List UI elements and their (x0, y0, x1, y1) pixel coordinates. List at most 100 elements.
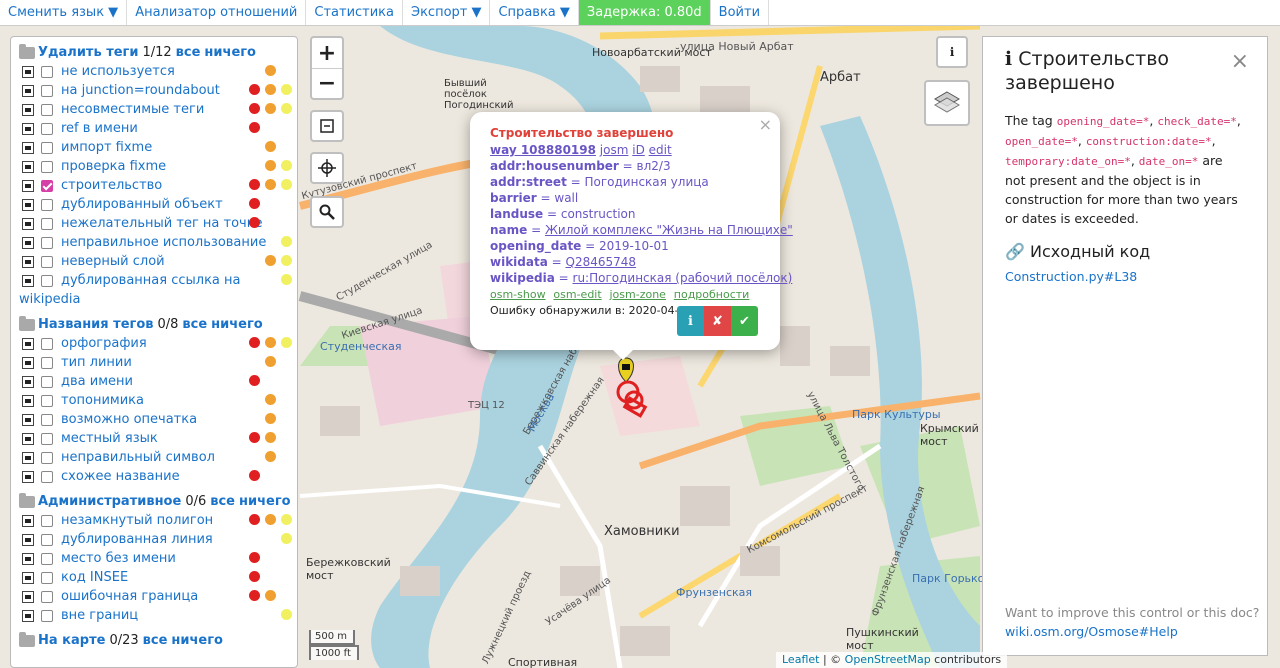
issue-checkbox[interactable] (41, 451, 53, 464)
issue-item[interactable]: импорт fixme (19, 138, 297, 157)
issue-checkbox[interactable] (41, 552, 53, 565)
issue-label[interactable]: тип линии (61, 355, 132, 370)
issue-label[interactable]: вне границ (61, 608, 138, 623)
issue-label[interactable]: местный язык (61, 431, 158, 446)
issue-item[interactable]: нежелательный тег на точке (19, 214, 297, 233)
false-positive-button[interactable]: ✘ (704, 306, 731, 336)
issue-label[interactable]: нежелательный тег на точке (61, 216, 263, 231)
category-title[interactable]: Удалить теги (38, 45, 138, 60)
details-link[interactable]: подробности (674, 288, 750, 301)
issue-label[interactable]: дублированная линия (61, 532, 213, 547)
issue-item[interactable]: дублированный объект (19, 195, 297, 214)
issue-label[interactable]: на junction=roundabout (61, 83, 220, 98)
select-none-link[interactable]: ничего (204, 45, 256, 60)
zoom-out-button[interactable]: − (312, 68, 342, 98)
issue-item[interactable]: местный язык (19, 429, 297, 448)
issue-label[interactable]: неправильное использование (61, 235, 266, 250)
issue-item[interactable]: место без имени (19, 549, 297, 568)
issue-label[interactable]: дублированная ссылка на (61, 273, 241, 288)
josm-zone-link[interactable]: josm-zone (610, 288, 666, 301)
issue-checkbox[interactable] (41, 413, 53, 426)
issue-checkbox[interactable] (41, 590, 53, 603)
osm-show-link[interactable]: osm-show (490, 288, 546, 301)
issue-checkbox[interactable] (41, 394, 53, 407)
mark-fixed-button[interactable]: ✔ (731, 306, 758, 336)
menu-export[interactable]: Экспорт ▼ (403, 0, 491, 25)
folder-icon[interactable] (19, 43, 35, 59)
locate-button[interactable] (310, 152, 344, 184)
issue-checkbox[interactable] (41, 198, 53, 211)
issue-label[interactable]: ref в имени (61, 121, 138, 136)
select-all-link[interactable]: все (210, 494, 235, 509)
edit-link[interactable]: edit (649, 143, 672, 157)
issue-label[interactable]: строительство (61, 178, 162, 193)
issue-checkbox[interactable] (41, 470, 53, 483)
folder-icon[interactable] (19, 631, 35, 647)
menu-login[interactable]: Войти (711, 0, 770, 25)
issue-label[interactable]: два имени (61, 374, 133, 389)
issue-item[interactable]: незамкнутый полигон (19, 511, 297, 530)
help-wiki-link[interactable]: wiki.osm.org/Osmose#Help (1005, 624, 1178, 639)
layers-button[interactable] (924, 80, 970, 126)
issue-item[interactable]: топонимика (19, 391, 297, 410)
select-none-link[interactable]: ничего (171, 633, 223, 648)
osm-link[interactable]: OpenStreetMap (845, 653, 931, 666)
issue-label[interactable]: возможно опечатка (61, 412, 197, 427)
collapse-panel-button[interactable] (310, 110, 344, 142)
issue-label[interactable]: код INSEE (61, 570, 128, 585)
issue-label[interactable]: не используется (61, 64, 175, 79)
select-all-link[interactable]: все (143, 633, 168, 648)
issue-checkbox[interactable] (41, 609, 53, 622)
id-link[interactable]: iD (632, 143, 645, 157)
issue-item[interactable]: строительство (19, 176, 297, 195)
select-none-link[interactable]: ничего (211, 317, 263, 332)
menu-help[interactable]: Справка ▼ (490, 0, 579, 25)
issue-item[interactable]: возможно опечатка (19, 410, 297, 429)
category-title[interactable]: Названия тегов (38, 317, 153, 332)
tag-value[interactable]: Q28465748 (566, 255, 637, 269)
issue-label[interactable]: дублированный объект (61, 197, 223, 212)
issue-label[interactable]: место без имени (61, 551, 176, 566)
issue-checkbox[interactable] (41, 514, 53, 527)
issue-item[interactable]: проверка fixme (19, 157, 297, 176)
popup-close-button[interactable]: × (759, 115, 772, 134)
issue-item[interactable]: вне границ (19, 606, 297, 625)
issue-checkbox[interactable] (41, 432, 53, 445)
issue-item[interactable]: дублированная ссылка на (19, 271, 297, 290)
issue-label[interactable]: топонимика (61, 393, 144, 408)
issue-label-wrap[interactable]: wikipedia (19, 290, 297, 309)
issue-label[interactable]: неправильный символ (61, 450, 215, 465)
issue-item[interactable]: на junction=roundabout (19, 81, 297, 100)
issue-item[interactable]: тип линии (19, 353, 297, 372)
issue-item[interactable]: ref в имени (19, 119, 297, 138)
issue-checkbox[interactable] (41, 141, 53, 154)
tag-value[interactable]: Жилой комплекс "Жизнь на Плющихе" (545, 223, 793, 237)
issue-checkbox[interactable] (41, 533, 53, 546)
issue-label[interactable]: неверный слой (61, 254, 165, 269)
issue-checkbox[interactable] (41, 84, 53, 97)
issue-checkbox[interactable] (41, 103, 53, 116)
issue-checkbox[interactable] (41, 274, 53, 287)
osm-edit-link[interactable]: osm-edit (553, 288, 601, 301)
issue-checkbox[interactable] (41, 160, 53, 173)
issue-item[interactable]: код INSEE (19, 568, 297, 587)
issue-item[interactable]: не используется (19, 62, 297, 81)
issue-checkbox[interactable] (41, 571, 53, 584)
issue-checkbox[interactable] (41, 122, 53, 135)
issue-label[interactable]: незамкнутый полигон (61, 513, 213, 528)
zoom-in-button[interactable]: + (312, 38, 342, 68)
issue-label[interactable]: схожее название (61, 469, 180, 484)
select-all-link[interactable]: все (176, 45, 201, 60)
tag-value[interactable]: ru:Погодинская (рабочий посёлок) (573, 271, 793, 285)
issue-item[interactable]: ошибочная граница (19, 587, 297, 606)
issue-item[interactable]: дублированная линия (19, 530, 297, 549)
folder-icon[interactable] (19, 492, 35, 508)
issue-label[interactable]: ошибочная граница (61, 589, 198, 604)
help-close-button[interactable]: × (1231, 49, 1249, 74)
issue-label[interactable]: импорт fixme (61, 140, 152, 155)
issue-label[interactable]: проверка fixme (61, 159, 166, 174)
leaflet-link[interactable]: Leaflet (782, 653, 819, 666)
issue-item[interactable]: неверный слой (19, 252, 297, 271)
issue-item[interactable]: неправильное использование (19, 233, 297, 252)
issue-checkbox[interactable] (41, 375, 53, 388)
